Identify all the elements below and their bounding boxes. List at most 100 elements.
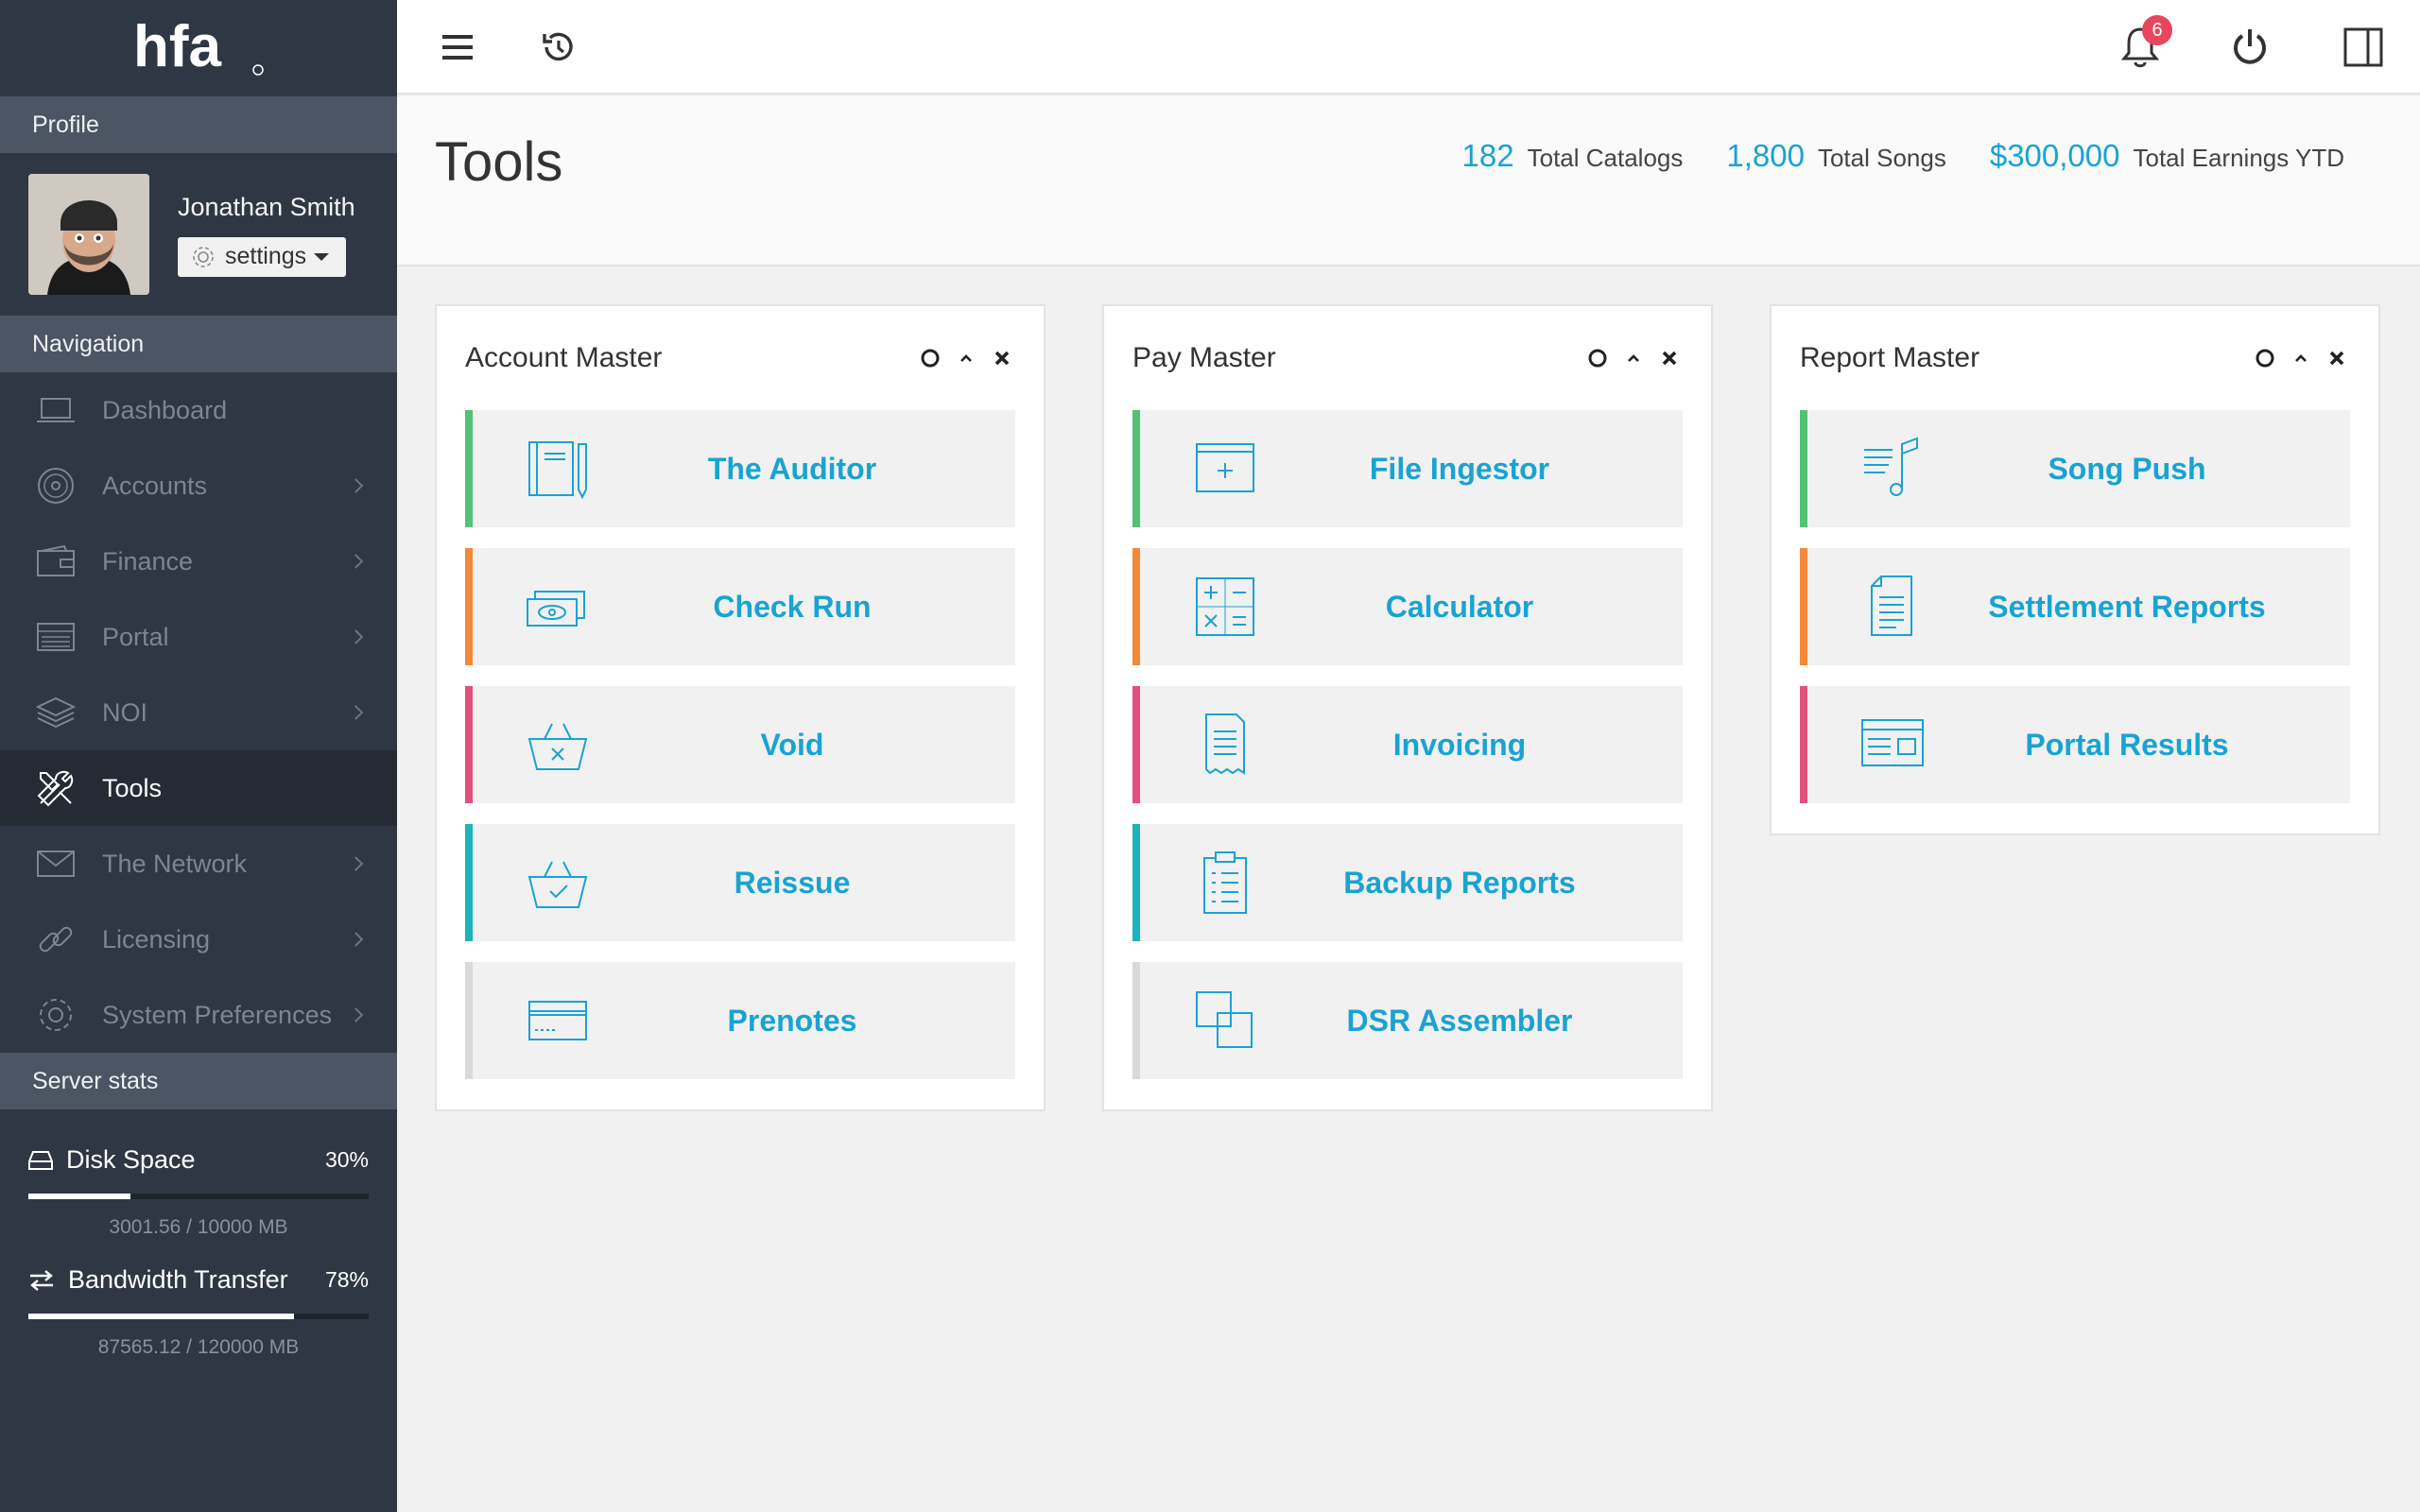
close-icon	[2329, 351, 2344, 366]
settings-dropdown[interactable]: settings	[178, 236, 347, 277]
document-icon	[1871, 576, 1912, 636]
accent-bar	[465, 824, 473, 941]
nav-label: Tools	[102, 773, 163, 802]
summary-label: Total Earnings YTD	[2133, 144, 2344, 172]
nav-item-dashboard[interactable]: Dashboard	[0, 372, 397, 448]
profile-card: Jonathan Smith settings	[0, 153, 397, 316]
tool-song-push[interactable]: Song Push	[1800, 410, 2350, 527]
top-bar: 6	[397, 0, 2420, 94]
collapse-button[interactable]	[2288, 345, 2314, 371]
stat-detail: 87565.12 / 120000 MB	[97, 1336, 300, 1358]
tool-portal-results[interactable]: Portal Results	[1800, 686, 2350, 803]
close-icon	[994, 351, 1010, 366]
tool-label: Invoicing	[1392, 727, 1527, 762]
hfa-logo[interactable]: hfa	[0, 0, 397, 96]
notifications-button[interactable]: 6	[2114, 15, 2172, 74]
chevron-right-icon	[348, 1007, 364, 1022]
caret-down-icon	[314, 252, 330, 261]
nav-item-tools[interactable]: Tools	[0, 750, 397, 826]
notebook-pen-icon	[528, 441, 587, 500]
tool-prenotes[interactable]: Prenotes	[465, 962, 1015, 1079]
tool-backup-reports[interactable]: Backup Reports	[1132, 824, 1683, 941]
server-stats-heading: Server stats	[0, 1053, 397, 1109]
money-icon	[527, 591, 585, 627]
close-button[interactable]	[989, 345, 1015, 371]
nav-label: Licensing	[102, 924, 211, 954]
nav-label: Finance	[102, 546, 194, 576]
panel-toggle-button[interactable]	[2337, 21, 2390, 74]
accent-bar	[1800, 686, 1807, 803]
nav-item-portal[interactable]: Portal	[0, 599, 397, 675]
tool-label: Portal Results	[2025, 727, 2229, 762]
disk-space-stat: Disk Space 30% 3001.56 / 10000 MB	[0, 1145, 397, 1239]
accent-bar	[1132, 410, 1140, 527]
accent-bar	[1800, 410, 1807, 527]
gear-icon	[34, 993, 78, 1037]
collapse-button[interactable]	[953, 345, 979, 371]
user-name: Jonathan Smith	[178, 192, 355, 221]
history-icon	[543, 32, 573, 61]
tool-the-auditor[interactable]: The Auditor	[465, 410, 1015, 527]
history-button[interactable]	[531, 21, 584, 74]
tool-void[interactable]: Void	[465, 686, 1015, 803]
nav-item-licensing[interactable]: Licensing	[0, 902, 397, 977]
accent-bar	[465, 548, 473, 665]
receipt-icon	[1205, 713, 1245, 775]
tool-invoicing[interactable]: Invoicing	[1132, 686, 1683, 803]
bandwidth-stat: Bandwidth Transfer 78% 87565.12 / 120000…	[0, 1265, 397, 1359]
refresh-button[interactable]	[2252, 345, 2278, 371]
nav-item-finance[interactable]: Finance	[0, 524, 397, 599]
collapse-button[interactable]	[1620, 345, 1647, 371]
accent-bar	[1132, 548, 1140, 665]
page-title: Tools	[435, 131, 563, 193]
nav-item-accounts[interactable]: Accounts	[0, 448, 397, 524]
nav-label: NOI	[102, 697, 148, 727]
chevron-right-icon	[348, 856, 364, 871]
tool-check-run[interactable]: Check Run	[465, 548, 1015, 665]
nav-item-system-preferences[interactable]: System Preferences	[0, 977, 397, 1053]
nav-label: The Network	[102, 849, 248, 878]
tool-reissue[interactable]: Reissue	[465, 824, 1015, 941]
refresh-button[interactable]	[1584, 345, 1611, 371]
tool-label: Check Run	[713, 589, 872, 624]
refresh-button[interactable]	[917, 345, 943, 371]
settings-label: settings	[225, 243, 307, 269]
nav-item-the-network[interactable]: The Network	[0, 826, 397, 902]
close-button[interactable]	[1656, 345, 1683, 371]
close-button[interactable]	[2324, 345, 2350, 371]
list-window-icon	[34, 615, 78, 659]
panel-title: Account Master	[465, 342, 663, 373]
close-icon	[1662, 351, 1677, 366]
panel-pay-master: Pay Master File Ingestor Calculator Invo…	[1102, 304, 1713, 1111]
tools-icon	[34, 766, 78, 810]
accent-bar	[465, 686, 473, 803]
disk-space-progress-bar	[28, 1194, 369, 1199]
chevron-right-icon	[348, 705, 364, 720]
summary-total-catalogs: 182 Total Catalogs	[1462, 138, 1684, 174]
tool-settlement-reports[interactable]: Settlement Reports	[1800, 548, 2350, 665]
tool-label: Reissue	[734, 865, 851, 900]
music-list-icon	[1864, 437, 1918, 496]
menu-toggle-button[interactable]	[431, 21, 484, 74]
circle-icon	[921, 349, 940, 368]
hamburger-icon	[442, 35, 473, 60]
accent-bar	[1800, 548, 1807, 665]
chevron-up-icon	[2295, 354, 2307, 362]
avatar[interactable]	[28, 174, 149, 295]
circle-icon	[1588, 349, 1607, 368]
logout-button[interactable]	[2223, 21, 2276, 74]
chevron-right-icon	[348, 629, 364, 644]
nav-item-noi[interactable]: NOI	[0, 675, 397, 750]
tool-label: The Auditor	[707, 451, 877, 486]
tool-file-ingestor[interactable]: File Ingestor	[1132, 410, 1683, 527]
panel-title: Pay Master	[1132, 342, 1276, 373]
tool-dsr-assembler[interactable]: DSR Assembler	[1132, 962, 1683, 1079]
split-panel-icon	[2343, 27, 2383, 67]
chevron-up-icon	[960, 354, 972, 362]
sidebar: hfa Profile Jonathan Smith settings Navi…	[0, 0, 397, 1512]
stat-detail: 3001.56 / 10000 MB	[109, 1216, 288, 1238]
progress-fill	[28, 1194, 130, 1199]
tool-calculator[interactable]: Calculator	[1132, 548, 1683, 665]
accent-bar	[465, 962, 473, 1079]
tool-label: DSR Assembler	[1346, 1003, 1573, 1038]
